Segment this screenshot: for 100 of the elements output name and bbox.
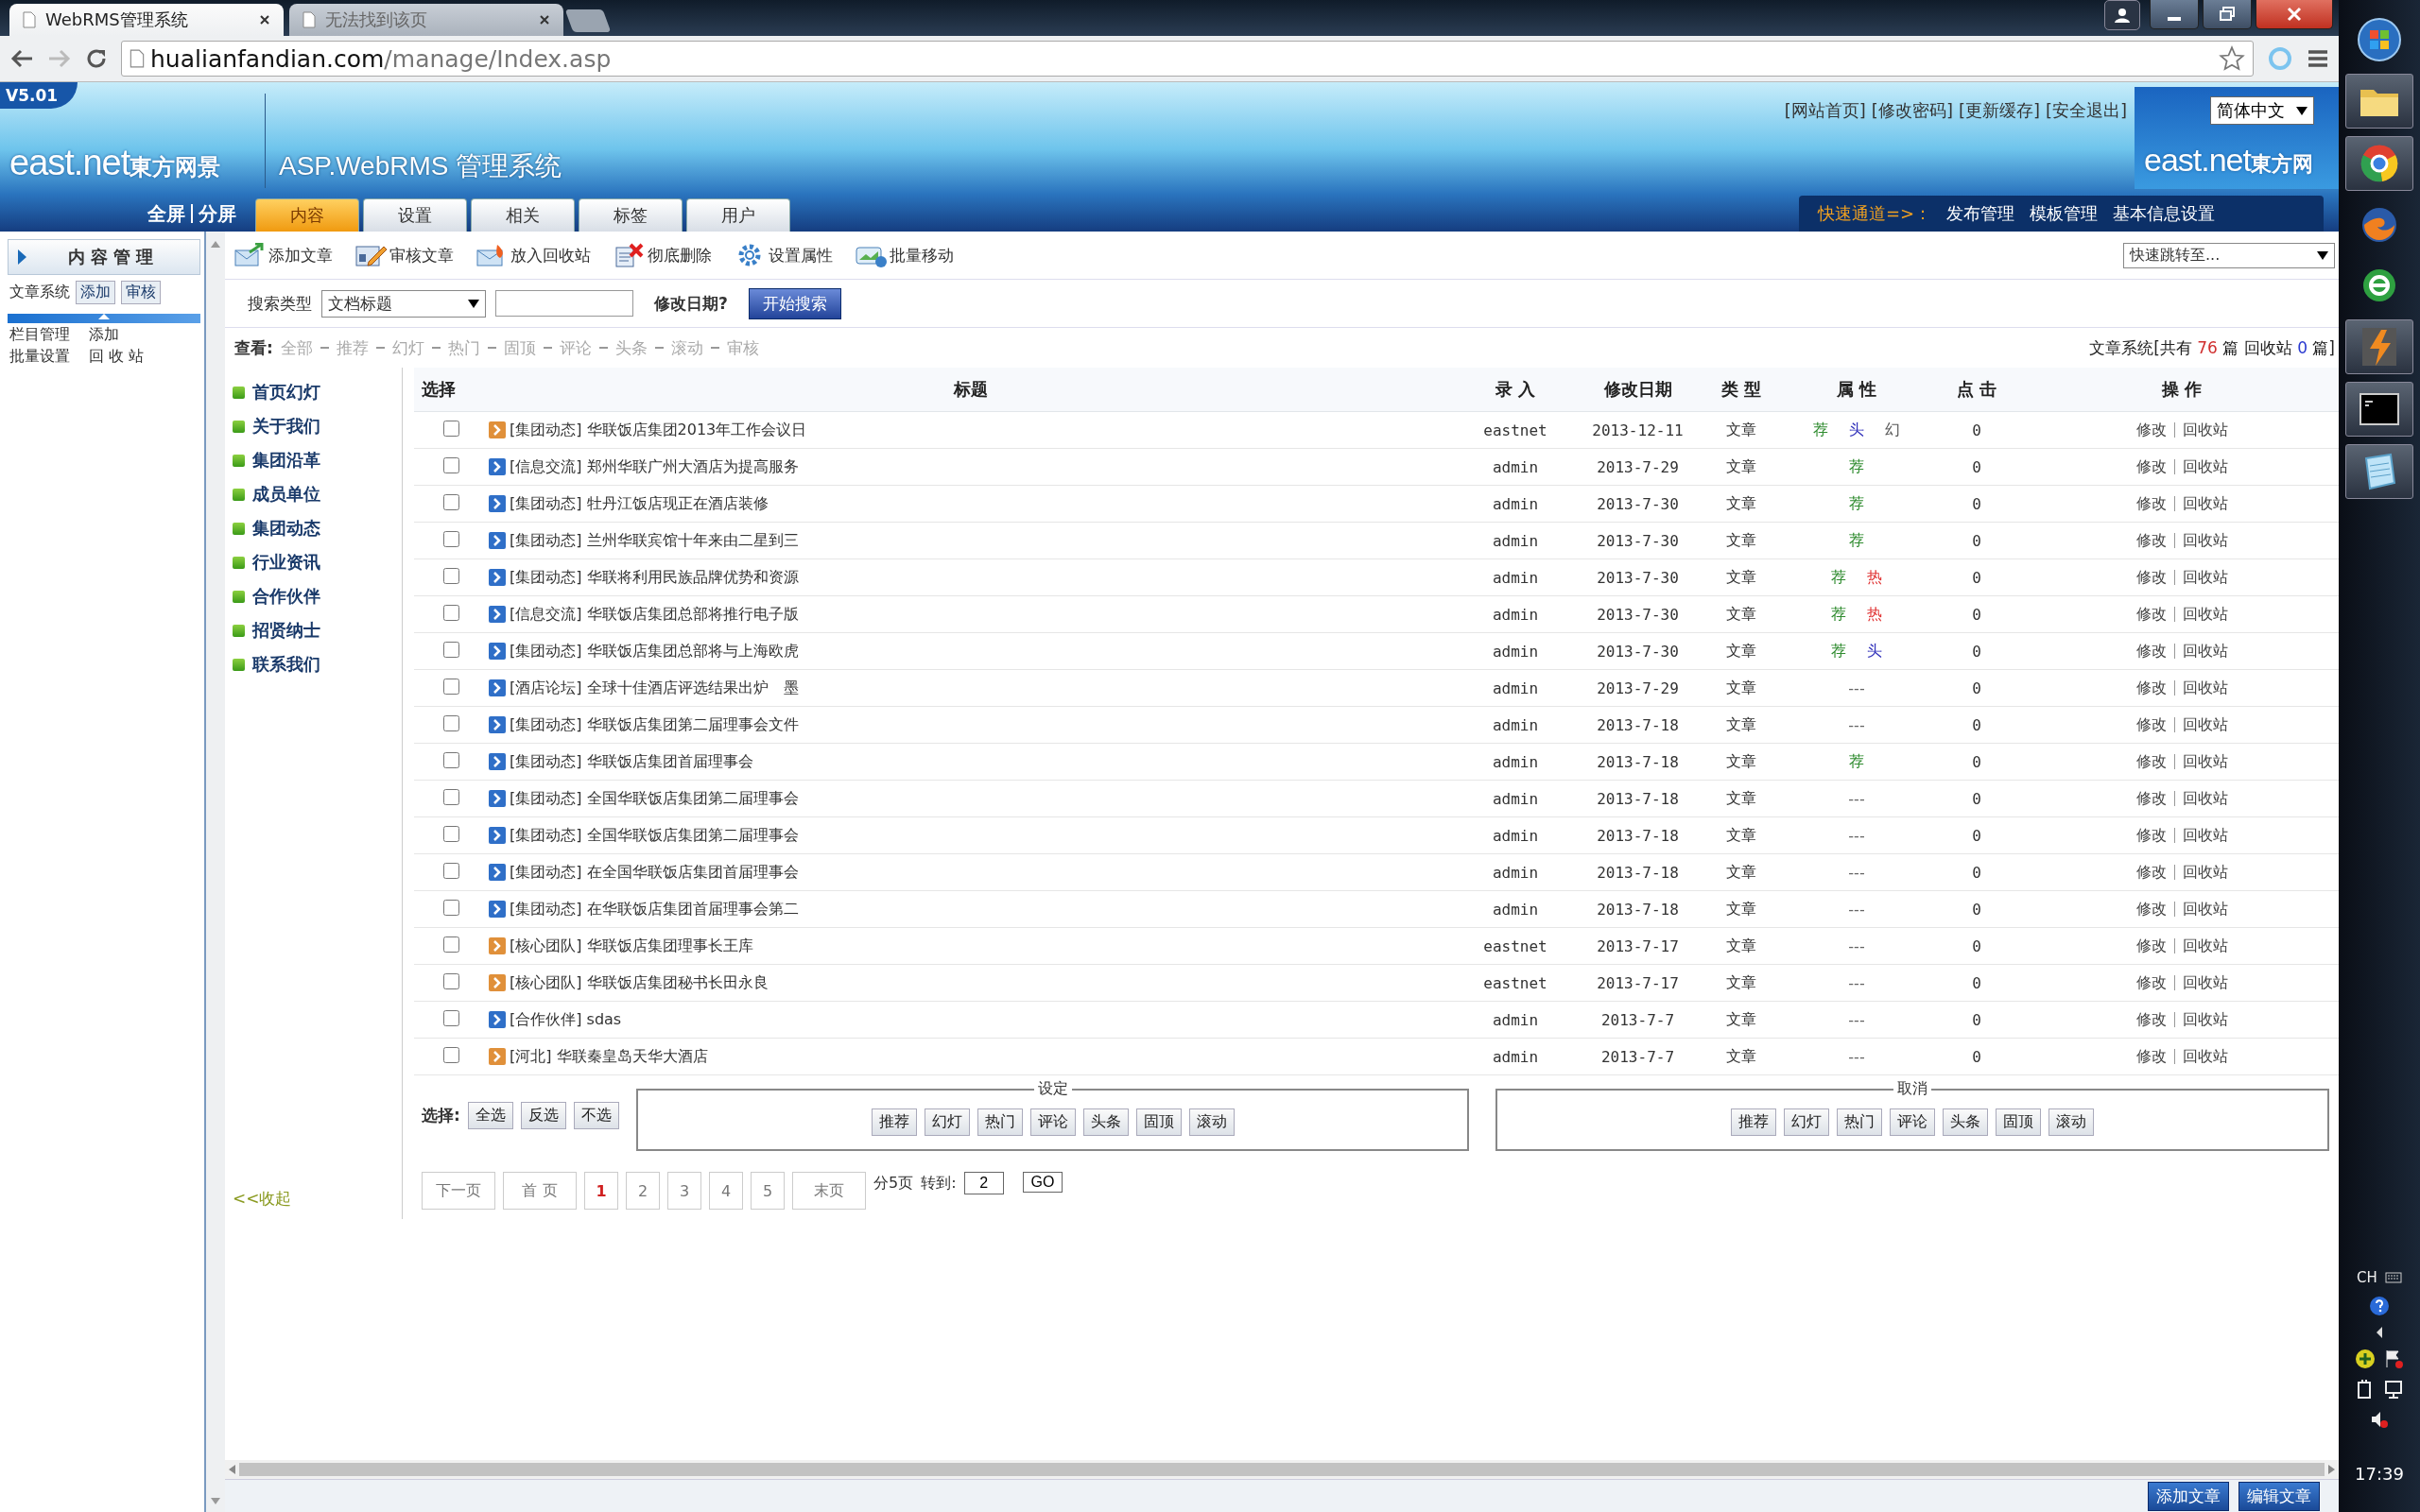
- minimize-button[interactable]: [2150, 0, 2199, 29]
- select-button[interactable]: 反选: [520, 1101, 566, 1129]
- recycle-link[interactable]: 回收站: [2182, 641, 2228, 662]
- category-link[interactable]: 成员单位: [233, 477, 402, 511]
- tray-expand-icon[interactable]: [2375, 1326, 2384, 1339]
- browser-icon[interactable]: [2345, 136, 2413, 191]
- close-button[interactable]: [2256, 0, 2333, 29]
- edit-link[interactable]: 修改: [2135, 530, 2167, 551]
- category-link[interactable]: 行业资讯: [233, 545, 402, 579]
- article-title-link[interactable]: [合作伙伴] sdas: [510, 1009, 622, 1030]
- edit-link[interactable]: 修改: [2135, 420, 2167, 440]
- recycle-link[interactable]: 回收站: [2182, 493, 2228, 514]
- article-title-link[interactable]: [集团动态] 华联饭店集团首届理事会: [510, 751, 753, 772]
- row-checkbox[interactable]: [443, 751, 459, 768]
- row-checkbox[interactable]: [443, 641, 459, 658]
- page-input[interactable]: 2: [963, 1172, 1004, 1194]
- attribute-button[interactable]: 固顶: [1996, 1108, 2042, 1136]
- notepad-icon[interactable]: [2345, 444, 2413, 499]
- category-link[interactable]: 首页幻灯: [233, 375, 402, 409]
- category-link[interactable]: 合作伙伴: [233, 579, 402, 613]
- new-tab-button[interactable]: [564, 9, 612, 32]
- row-checkbox[interactable]: [443, 825, 459, 842]
- article-title-link[interactable]: [集团动态] 全国华联饭店集团第二届理事会: [510, 825, 799, 846]
- menu-button[interactable]: 添加: [76, 281, 115, 304]
- status-button[interactable]: 添加文章: [2148, 1481, 2229, 1511]
- status-button[interactable]: 编辑文章: [2238, 1481, 2320, 1511]
- view-mode-link[interactable]: 分屏: [199, 200, 236, 227]
- category-link[interactable]: 关于我们: [233, 409, 402, 443]
- attribute-button[interactable]: 评论: [1890, 1108, 1936, 1136]
- row-checkbox[interactable]: [443, 714, 459, 731]
- recycle-link[interactable]: 回收站: [2182, 825, 2228, 846]
- toolbar-button[interactable]: 批量移动: [856, 243, 954, 267]
- toolbar-button[interactable]: 添加文章: [234, 243, 333, 267]
- category-link[interactable]: 联系我们: [233, 647, 402, 681]
- row-checkbox[interactable]: [443, 604, 459, 621]
- edit-link[interactable]: 修改: [2135, 936, 2167, 956]
- row-checkbox[interactable]: [443, 456, 459, 473]
- article-title-link[interactable]: [集团动态] 在全国华联饭店集团首届理事会: [510, 862, 799, 883]
- edit-link[interactable]: 修改: [2135, 567, 2167, 588]
- attribute-button[interactable]: 推荐: [1731, 1108, 1777, 1136]
- article-title-link[interactable]: [集团动态] 华联饭店集团2013年工作会议日: [510, 420, 807, 440]
- edit-link[interactable]: 修改: [2135, 972, 2167, 993]
- page-link[interactable]: 4: [709, 1172, 743, 1210]
- edit-link[interactable]: 修改: [2135, 456, 2167, 477]
- nav-tab[interactable]: 标签: [579, 198, 683, 232]
- attribute-button[interactable]: 滚动: [1188, 1108, 1235, 1136]
- collapse-bar[interactable]: [8, 314, 200, 323]
- article-title-link[interactable]: [集团动态] 全国华联饭店集团第二届理事会: [510, 788, 799, 809]
- jump-select[interactable]: 快速跳转至...: [2123, 242, 2335, 268]
- edit-link[interactable]: 修改: [2135, 862, 2167, 883]
- article-title-link[interactable]: [集团动态] 牡丹江饭店现正在酒店装修: [510, 493, 769, 514]
- recycle-link[interactable]: 回收站: [2182, 567, 2228, 588]
- attribute-button[interactable]: 头条: [1082, 1108, 1129, 1136]
- user-button[interactable]: [2104, 0, 2140, 30]
- menu-link[interactable]: 批量设置: [9, 347, 70, 367]
- scrollbar[interactable]: [206, 232, 225, 1512]
- page-link[interactable]: 1: [584, 1172, 618, 1210]
- edit-link[interactable]: 修改: [2135, 1046, 2167, 1067]
- edit-link[interactable]: 修改: [2135, 751, 2167, 772]
- select-button[interactable]: 全选: [467, 1101, 513, 1129]
- edit-link[interactable]: 修改: [2135, 1009, 2167, 1030]
- terminal-icon[interactable]: [2345, 382, 2413, 437]
- row-checkbox[interactable]: [443, 899, 459, 916]
- attribute-button[interactable]: 幻灯: [924, 1108, 970, 1136]
- row-checkbox[interactable]: [443, 1009, 459, 1026]
- edit-link[interactable]: 修改: [2135, 493, 2167, 514]
- toolbar-button[interactable]: 彻底删除: [614, 243, 712, 267]
- category-link[interactable]: 集团沿革: [233, 443, 402, 477]
- toolbar-button[interactable]: 设置属性: [735, 243, 833, 267]
- language-select[interactable]: 简体中文: [2210, 96, 2314, 125]
- view-mode-link[interactable]: 全屏: [147, 200, 185, 227]
- nav-tab[interactable]: 用户: [686, 198, 790, 232]
- row-checkbox[interactable]: [443, 678, 459, 695]
- search-type-select[interactable]: 文档标题: [321, 289, 486, 318]
- attribute-button[interactable]: 滚动: [2048, 1108, 2095, 1136]
- select-button[interactable]: 不选: [573, 1101, 619, 1129]
- row-checkbox[interactable]: [443, 420, 459, 437]
- article-title-link[interactable]: [集团动态] 华联饭店集团第二届理事会文件: [510, 714, 799, 735]
- header-link[interactable]: [安全退出]: [2045, 99, 2127, 196]
- edit-link[interactable]: 修改: [2135, 604, 2167, 625]
- recycle-link[interactable]: 回收站: [2182, 899, 2228, 919]
- recycle-link[interactable]: 回收站: [2182, 1046, 2228, 1067]
- header-link[interactable]: [更新缓存]: [1958, 99, 2040, 196]
- article-title-link[interactable]: [集团动态] 华联将利用民族品牌优势和资源: [510, 567, 799, 588]
- edit-link[interactable]: 修改: [2135, 788, 2167, 809]
- nav-tab[interactable]: 设置: [363, 198, 467, 232]
- page-link[interactable]: 3: [667, 1172, 701, 1210]
- row-checkbox[interactable]: [443, 530, 459, 547]
- article-title-link[interactable]: [集团动态] 华联饭店集团总部将与上海欧虎: [510, 641, 799, 662]
- recycle-link[interactable]: 回收站: [2182, 530, 2228, 551]
- row-checkbox[interactable]: [443, 788, 459, 805]
- quick-link[interactable]: 基本信息设置: [2113, 202, 2216, 225]
- row-checkbox[interactable]: [443, 493, 459, 510]
- edit-link[interactable]: 修改: [2135, 641, 2167, 662]
- header-link[interactable]: [网站首页]: [1784, 99, 1866, 196]
- folder-icon[interactable]: [2345, 74, 2413, 129]
- article-title-link[interactable]: [信息交流] 华联饭店集团总部将推行电子版: [510, 604, 799, 625]
- help-icon[interactable]: [2369, 1296, 2390, 1316]
- row-checkbox[interactable]: [443, 862, 459, 879]
- page-link[interactable]: 首 页: [503, 1172, 577, 1210]
